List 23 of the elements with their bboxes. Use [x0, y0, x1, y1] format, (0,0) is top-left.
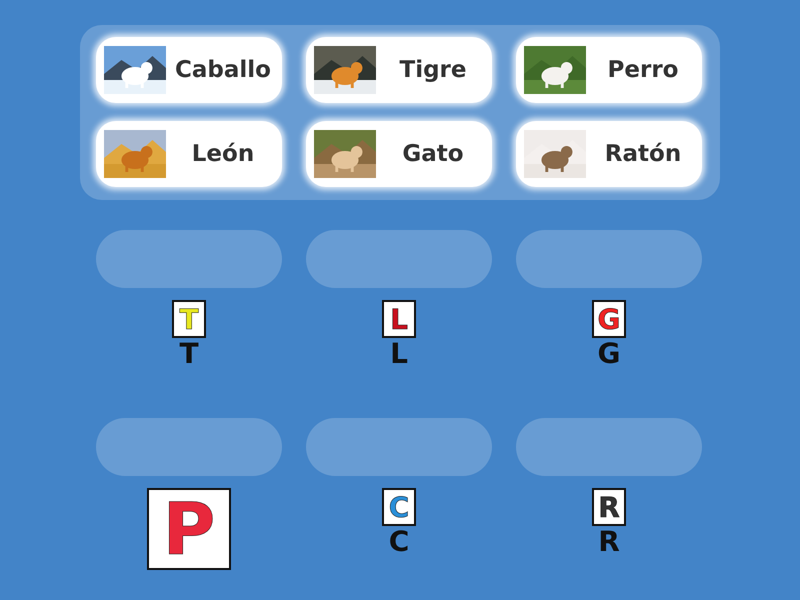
- card-label: Tigre: [398, 57, 468, 83]
- letter-tile: R: [592, 488, 626, 526]
- letter-tile: C: [382, 488, 416, 526]
- letter-tile: T: [172, 300, 206, 338]
- word-card[interactable]: Tigre: [306, 37, 492, 103]
- word-card[interactable]: León: [96, 120, 282, 186]
- letter-label: C: [388, 526, 410, 558]
- card-label: Caballo: [174, 57, 272, 83]
- word-card[interactable]: Caballo: [96, 37, 282, 103]
- letter-label: L: [390, 338, 408, 370]
- word-card[interactable]: Gato: [306, 120, 492, 186]
- card-label: Ratón: [604, 140, 682, 166]
- letter-tile: L: [382, 300, 416, 338]
- letter-tile: P: [147, 488, 231, 570]
- letter-label: R: [598, 526, 620, 558]
- card-label: Gato: [401, 140, 465, 166]
- card-label: Perro: [606, 57, 680, 83]
- word-card[interactable]: Perro: [516, 37, 702, 103]
- letter-tile: G: [592, 300, 626, 338]
- card-label: León: [190, 140, 256, 166]
- word-card[interactable]: Ratón: [516, 120, 702, 186]
- letter-label: T: [179, 338, 199, 370]
- letter-label: G: [598, 338, 620, 370]
